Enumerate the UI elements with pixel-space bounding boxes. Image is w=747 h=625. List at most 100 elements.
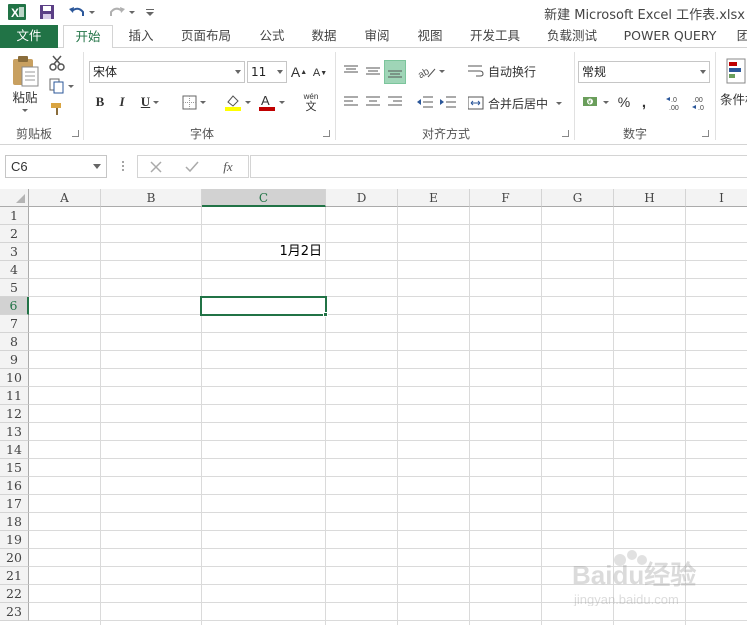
- fill-color-icon[interactable]: [221, 91, 253, 113]
- increase-indent-icon[interactable]: [438, 93, 458, 111]
- paste-dropdown-icon[interactable]: [20, 106, 30, 114]
- font-size-combo[interactable]: 11: [247, 61, 287, 83]
- orientation-icon[interactable]: ab: [416, 60, 446, 82]
- column-header-f[interactable]: F: [470, 189, 542, 207]
- tab-data[interactable]: 数据: [304, 25, 344, 48]
- conditional-formatting-icon[interactable]: [724, 56, 747, 86]
- tab-view[interactable]: 视图: [410, 25, 450, 48]
- row-header-10[interactable]: 10: [0, 369, 29, 387]
- select-all-button[interactable]: [0, 189, 29, 207]
- redo-icon[interactable]: [106, 2, 136, 22]
- tab-power-query[interactable]: POWER QUERY: [618, 25, 722, 48]
- column-header-i[interactable]: I: [686, 189, 747, 207]
- italic-button[interactable]: I: [115, 93, 129, 111]
- row-header-17[interactable]: 17: [0, 495, 29, 513]
- column-header-a[interactable]: A: [29, 189, 101, 207]
- clipboard-launcher-icon[interactable]: [72, 130, 79, 137]
- accounting-format-icon[interactable]: ¥: [580, 92, 610, 112]
- middle-align-icon[interactable]: [363, 60, 383, 82]
- row-header-5[interactable]: 5: [0, 279, 29, 297]
- font-launcher-icon[interactable]: [323, 130, 330, 137]
- row-header-16[interactable]: 16: [0, 477, 29, 495]
- column-header-b[interactable]: B: [101, 189, 202, 207]
- top-align-icon[interactable]: [341, 60, 361, 82]
- row-header-1[interactable]: 1: [0, 207, 29, 225]
- insert-function-button[interactable]: fx: [218, 158, 238, 176]
- customize-toolbar-icon[interactable]: [143, 2, 157, 22]
- comma-style-button[interactable]: ,: [637, 92, 651, 112]
- number-format-combo[interactable]: 常规: [578, 61, 710, 83]
- column-header-e[interactable]: E: [398, 189, 470, 207]
- enter-icon[interactable]: [184, 159, 200, 175]
- tab-more[interactable]: 团: [736, 25, 747, 48]
- name-box[interactable]: C6: [5, 155, 107, 178]
- phonetic-guide-icon[interactable]: wén 文: [296, 90, 326, 116]
- paste-icon[interactable]: [8, 54, 42, 88]
- wrap-text-button[interactable]: 自动换行: [468, 61, 542, 81]
- tab-load-test[interactable]: 负载测试: [539, 25, 605, 48]
- row-gridline: [29, 404, 747, 405]
- row-header-11[interactable]: 11: [0, 387, 29, 405]
- left-align-icon[interactable]: [342, 93, 360, 111]
- borders-icon[interactable]: [178, 93, 210, 111]
- row-header-9[interactable]: 9: [0, 351, 29, 369]
- paste-button[interactable]: 粘贴: [8, 88, 42, 105]
- row-header-19[interactable]: 19: [0, 531, 29, 549]
- column-header-d[interactable]: D: [326, 189, 398, 207]
- row-header-12[interactable]: 12: [0, 405, 29, 423]
- font-name-combo[interactable]: 宋体: [89, 61, 245, 83]
- row-header-8[interactable]: 8: [0, 333, 29, 351]
- alignment-launcher-icon[interactable]: [562, 130, 569, 137]
- column-header-c[interactable]: C: [202, 189, 326, 207]
- row-header-21[interactable]: 21: [0, 567, 29, 585]
- fill-handle[interactable]: [323, 312, 328, 317]
- decrease-indent-icon[interactable]: [415, 93, 435, 111]
- cancel-icon[interactable]: [148, 159, 164, 175]
- row-header-13[interactable]: 13: [0, 423, 29, 441]
- row-header-6[interactable]: 6: [0, 297, 29, 315]
- merge-center-button[interactable]: 合并后居中: [468, 93, 568, 113]
- tab-formulas[interactable]: 公式: [252, 25, 292, 48]
- tab-page-layout[interactable]: 页面布局: [174, 25, 238, 48]
- cut-icon[interactable]: [48, 54, 66, 72]
- bottom-align-icon[interactable]: [384, 60, 406, 84]
- percent-style-button[interactable]: %: [615, 92, 633, 112]
- tab-file[interactable]: 文件: [0, 25, 58, 48]
- shrink-font-button[interactable]: A ▼: [312, 64, 328, 82]
- undo-icon[interactable]: [66, 2, 96, 22]
- tab-home[interactable]: 开始: [63, 25, 113, 49]
- column-header-g[interactable]: G: [542, 189, 614, 207]
- tab-developer[interactable]: 开发工具: [462, 25, 528, 48]
- row-header-4[interactable]: 4: [0, 261, 29, 279]
- conditional-formatting-button[interactable]: 条件格: [720, 90, 747, 107]
- active-cell-selection[interactable]: [200, 296, 327, 316]
- underline-button[interactable]: U: [137, 93, 163, 111]
- copy-icon[interactable]: [48, 77, 74, 95]
- decrease-decimal-icon[interactable]: .00.0: [690, 92, 712, 114]
- watermark-url: jingyan.baidu.com: [573, 592, 679, 606]
- row-header-14[interactable]: 14: [0, 441, 29, 459]
- center-align-icon[interactable]: [364, 93, 382, 111]
- row-header-20[interactable]: 20: [0, 549, 29, 567]
- cell-c3[interactable]: 1月2日: [201, 243, 325, 261]
- column-header-h[interactable]: H: [614, 189, 686, 207]
- right-align-icon[interactable]: [386, 93, 404, 111]
- tab-review[interactable]: 审阅: [357, 25, 397, 48]
- bold-button[interactable]: B: [93, 93, 107, 111]
- tab-insert[interactable]: 插入: [121, 25, 161, 48]
- row-header-7[interactable]: 7: [0, 315, 29, 333]
- font-color-icon[interactable]: A: [255, 91, 287, 113]
- row-header-15[interactable]: 15: [0, 459, 29, 477]
- grow-font-button[interactable]: A ▲: [291, 62, 307, 82]
- formula-input[interactable]: [250, 155, 747, 178]
- format-painter-icon[interactable]: [48, 100, 66, 118]
- row-header-23[interactable]: 23: [0, 603, 29, 621]
- save-icon[interactable]: [37, 2, 57, 22]
- row-header-3[interactable]: 3: [0, 243, 29, 261]
- row-header-2[interactable]: 2: [0, 225, 29, 243]
- increase-decimal-icon[interactable]: .0.00: [664, 92, 686, 114]
- row-header-18[interactable]: 18: [0, 513, 29, 531]
- formula-bar-grip-icon[interactable]: [121, 159, 125, 173]
- number-launcher-icon[interactable]: [702, 130, 709, 137]
- row-header-22[interactable]: 22: [0, 585, 29, 603]
